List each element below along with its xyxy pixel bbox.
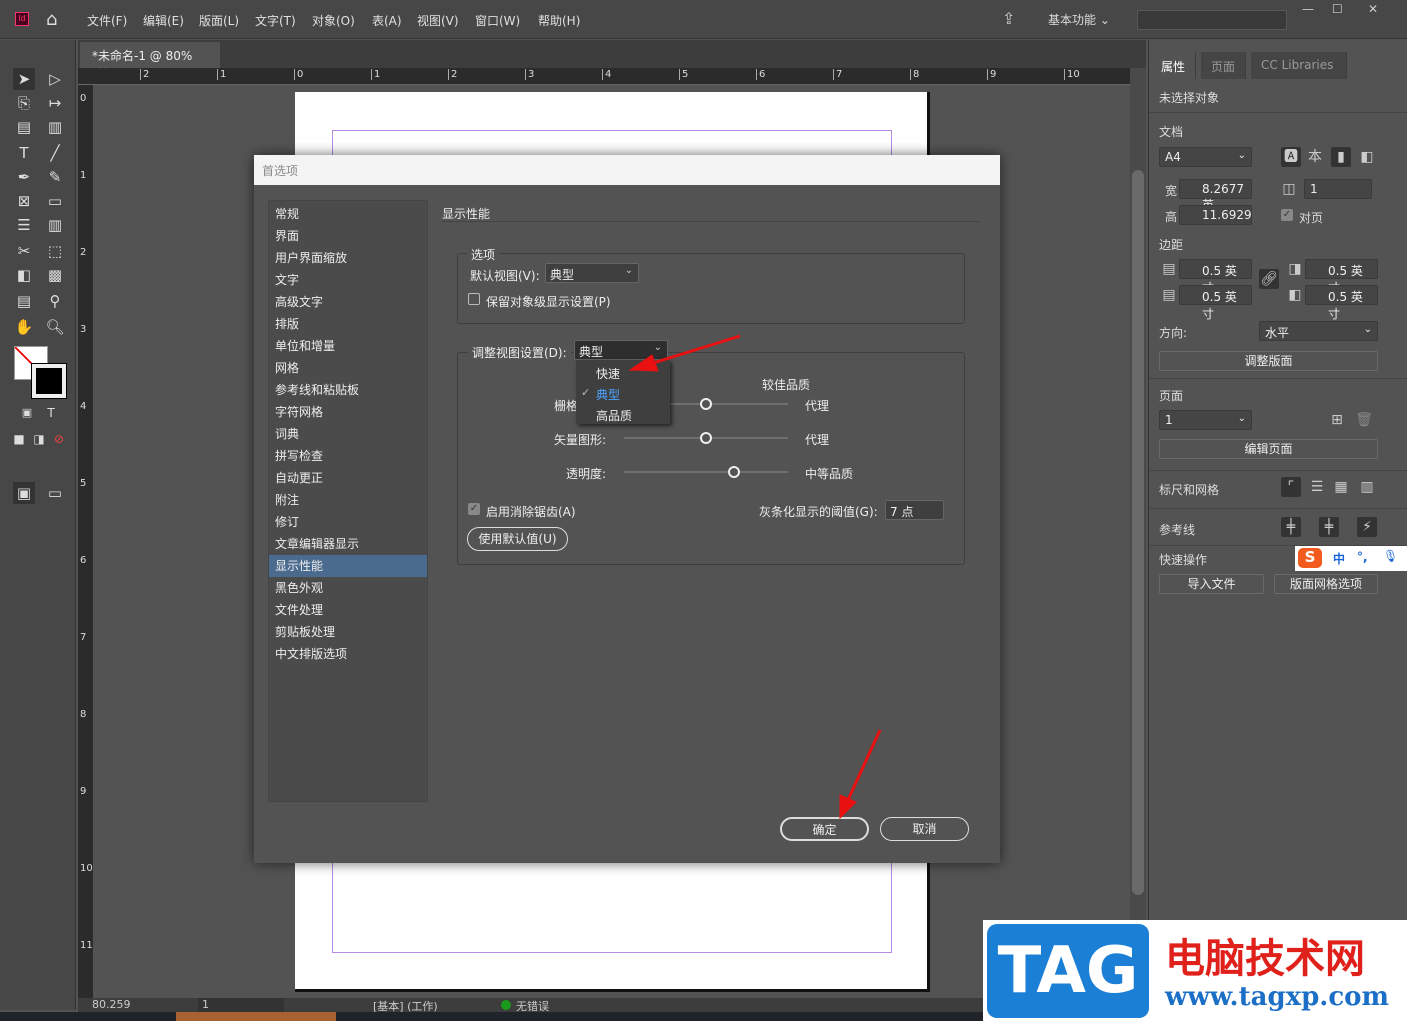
arrow-to-fast-option <box>628 334 741 372</box>
watermark-site-name: 电脑技术网 <box>1165 935 1365 982</box>
annotation-arrows <box>628 334 882 820</box>
arrow-to-ok-button <box>839 729 882 820</box>
watermark-url: www.tagxp.com <box>1165 982 1390 1012</box>
watermark: TAG 电脑技术网 www.tagxp.com <box>983 920 1407 1021</box>
watermark-tag-logo: TAG <box>987 924 1149 1018</box>
